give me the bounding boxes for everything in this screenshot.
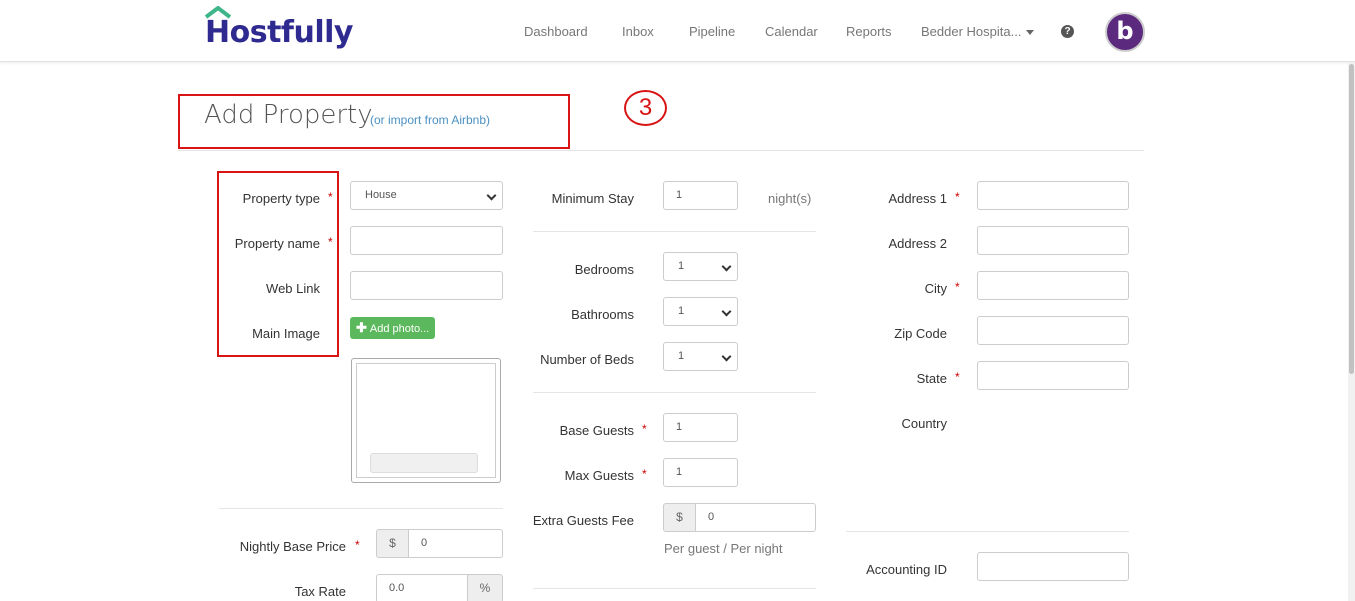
property-name-label: Property name xyxy=(234,236,320,251)
add-photo-button[interactable]: ✚ Add photo... xyxy=(350,317,435,339)
main-image-preview[interactable] xyxy=(351,358,501,483)
nightly-base-price-input[interactable]: 0 xyxy=(408,529,503,558)
required-marker: * xyxy=(355,538,360,552)
main-image-label: Main Image xyxy=(252,326,320,341)
minimum-stay-input[interactable]: 1 xyxy=(663,181,738,210)
web-link-label: Web Link xyxy=(266,281,320,296)
nav-dashboard[interactable]: Dashboard xyxy=(524,24,588,39)
section-divider xyxy=(533,588,816,589)
nav-pipeline[interactable]: Pipeline xyxy=(689,24,735,39)
logo-text: Hostfully xyxy=(205,15,353,50)
chevron-down-icon xyxy=(721,261,732,272)
account-dropdown[interactable]: Bedder Hospita... xyxy=(921,24,1035,39)
zip-code-label: Zip Code xyxy=(894,326,947,341)
tax-rate-input[interactable]: 0.0 xyxy=(376,574,468,601)
number-of-beds-label: Number of Beds xyxy=(540,352,634,367)
zip-code-input[interactable] xyxy=(977,316,1129,345)
account-label: Bedder Hospita... xyxy=(921,24,1022,39)
address-1-label: Address 1 xyxy=(888,191,947,206)
beds-value: 1 xyxy=(678,350,685,362)
required-marker: * xyxy=(642,467,647,481)
bedrooms-select[interactable]: 1 xyxy=(663,252,738,281)
web-link-input[interactable] xyxy=(350,271,503,300)
required-marker: * xyxy=(955,280,960,294)
top-navigation-bar: Hostfully Dashboard Inbox Pipeline Calen… xyxy=(0,0,1355,62)
base-guests-input[interactable]: 1 xyxy=(663,413,738,442)
currency-addon: $ xyxy=(376,529,409,558)
accounting-id-input[interactable] xyxy=(977,552,1129,581)
property-type-select[interactable]: House xyxy=(350,181,503,210)
required-marker: * xyxy=(328,190,333,204)
chevron-down-icon xyxy=(486,190,497,201)
minimum-stay-label: Minimum Stay xyxy=(551,191,634,206)
caret-down-icon xyxy=(1026,30,1035,36)
avatar[interactable]: b xyxy=(1105,12,1145,52)
required-marker: * xyxy=(642,422,647,436)
tax-rate-label: Tax Rate xyxy=(294,584,346,599)
section-divider xyxy=(219,508,503,509)
country-label: Country xyxy=(901,416,947,431)
bathrooms-label: Bathrooms xyxy=(571,307,634,322)
chevron-down-icon xyxy=(721,351,732,362)
plus-icon: ✚ xyxy=(356,320,367,335)
hostfully-logo[interactable]: Hostfully xyxy=(205,6,353,50)
required-marker: * xyxy=(955,190,960,204)
nights-unit-label: night(s) xyxy=(768,191,812,206)
bathrooms-value: 1 xyxy=(678,305,685,317)
property-name-input[interactable] xyxy=(350,226,503,255)
extra-guests-fee-input[interactable]: 0 xyxy=(695,503,816,532)
title-divider xyxy=(178,150,1144,151)
chevron-down-icon xyxy=(721,306,732,317)
step-annotation: 3 xyxy=(624,90,667,126)
extra-fee-hint: Per guest / Per night xyxy=(664,541,783,556)
house-roof-icon xyxy=(205,6,231,19)
nightly-base-price-label: Nightly Base Price xyxy=(239,539,346,554)
import-from-airbnb-link[interactable]: (or import from Airbnb) xyxy=(370,113,490,127)
bedrooms-value: 1 xyxy=(678,260,685,272)
image-caption-bar xyxy=(370,453,478,473)
number-of-beds-select[interactable]: 1 xyxy=(663,342,738,371)
required-marker: * xyxy=(955,370,960,384)
extra-guests-fee-label: Extra Guests Fee xyxy=(532,513,634,528)
address-1-input[interactable] xyxy=(977,181,1129,210)
state-input[interactable] xyxy=(977,361,1129,390)
max-guests-label: Max Guests xyxy=(564,468,634,483)
scrollbar-thumb[interactable] xyxy=(1349,64,1354,374)
section-divider xyxy=(533,231,816,232)
bedrooms-label: Bedrooms xyxy=(574,262,634,277)
section-divider xyxy=(533,392,816,393)
section-divider xyxy=(846,531,1129,532)
max-guests-input[interactable]: 1 xyxy=(663,458,738,487)
bathrooms-select[interactable]: 1 xyxy=(663,297,738,326)
city-label: City xyxy=(924,281,947,296)
nav-reports[interactable]: Reports xyxy=(846,24,892,39)
percent-addon: % xyxy=(467,574,503,601)
state-label: State xyxy=(916,371,947,386)
accounting-id-label: Accounting ID xyxy=(866,562,947,577)
address-2-label: Address 2 xyxy=(888,236,947,251)
required-marker: * xyxy=(328,235,333,249)
city-input[interactable] xyxy=(977,271,1129,300)
property-type-label: Property type xyxy=(242,191,320,206)
currency-addon: $ xyxy=(663,503,696,532)
nav-calendar[interactable]: Calendar xyxy=(765,24,818,39)
add-photo-label: Add photo... xyxy=(369,323,430,335)
address-2-input[interactable] xyxy=(977,226,1129,255)
property-type-value: House xyxy=(365,189,397,201)
nav-inbox[interactable]: Inbox xyxy=(622,24,654,39)
page-title: Add Property xyxy=(204,100,373,130)
base-guests-label: Base Guests xyxy=(559,423,634,438)
question-circle-icon[interactable]: ? xyxy=(1061,25,1074,38)
